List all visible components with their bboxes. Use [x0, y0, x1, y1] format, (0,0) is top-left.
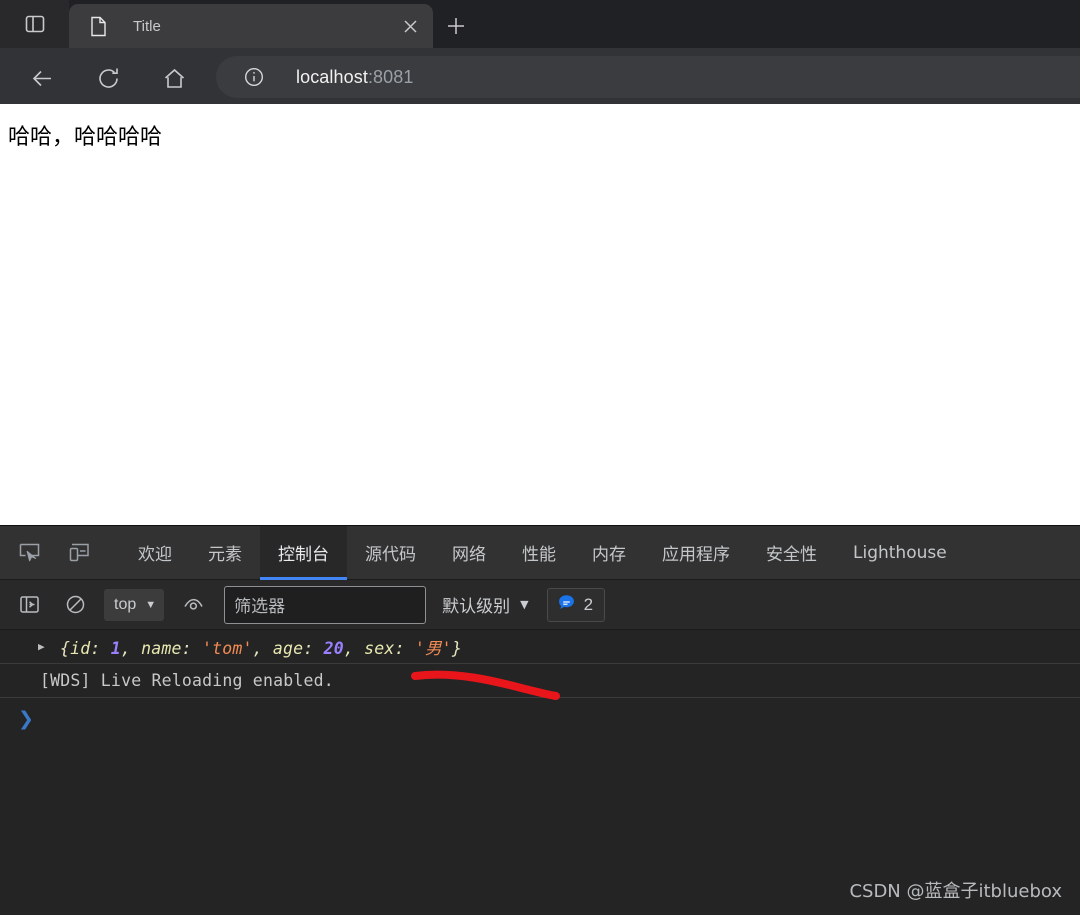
devtools-tab-2[interactable]: 控制台 [260, 525, 347, 580]
token-num: 1 [110, 638, 121, 658]
token-punct: : [303, 638, 324, 658]
console-sidebar-icon[interactable] [12, 590, 46, 620]
token-num: 20 [323, 638, 344, 658]
token-punct: } [451, 638, 462, 658]
url-host: localhost [296, 66, 368, 87]
execution-context-dropdown[interactable]: top ▼ [104, 588, 165, 621]
console-message-list[interactable]: ▶ {id: 1, name: 'tom', age: 20, sex: '男'}… [0, 630, 1080, 742]
close-icon[interactable] [395, 11, 425, 41]
token-key: id [70, 638, 91, 658]
console-log-text: [WDS] Live Reloading enabled. [40, 671, 334, 690]
devtools-tab-3[interactable]: 源代码 [347, 526, 434, 580]
message-count-value: 2 [583, 594, 594, 614]
browser-tab[interactable]: Title [69, 4, 433, 48]
console-row[interactable]: [WDS] Live Reloading enabled. [0, 664, 1080, 698]
message-count-badge[interactable]: 2 [546, 587, 606, 622]
page-viewport: 哈哈，哈哈哈哈 [0, 104, 1080, 525]
token-punct: : [394, 638, 415, 658]
chevron-down-icon: ▼ [520, 598, 529, 611]
token-punct: : [181, 638, 202, 658]
expand-arrow-icon[interactable]: ▶ [38, 641, 60, 652]
devtools-tab-7[interactable]: 应用程序 [644, 526, 748, 580]
token-punct: : [90, 638, 111, 658]
devtools-tab-label: 欢迎 [138, 545, 172, 565]
token-key: name [141, 638, 182, 658]
devtools-tab-8[interactable]: 安全性 [748, 526, 835, 580]
token-str: 'tom' [201, 638, 253, 658]
devtools-tab-6[interactable]: 内存 [574, 526, 644, 580]
devtools-tab-list: 欢迎 元素 控制台 源代码 网络 性能 内存 应用程序 安全性 Lighthouse [120, 525, 965, 580]
tab-strip: Title [0, 0, 1080, 48]
address-bar[interactable]: localhost:8081 [216, 56, 1080, 98]
console-object-preview: {id: 1, name: 'tom', age: 20, sex: '男'} [60, 635, 462, 659]
devtools-tab-label: Lighthouse [853, 542, 947, 563]
devtools-tab-label: 应用程序 [662, 545, 730, 565]
log-level-label: 默认级别 [442, 597, 511, 617]
devtools-tab-label: 元素 [208, 545, 242, 565]
new-tab-button[interactable] [437, 9, 475, 42]
devtools-tab-9[interactable]: Lighthouse [835, 526, 965, 580]
token-str: '男' [414, 638, 452, 658]
prompt-chevron-icon: ❯ [18, 708, 34, 730]
inspect-element-icon[interactable] [8, 533, 50, 573]
home-button[interactable] [154, 58, 194, 98]
watermark: CSDN @蓝盒子itbluebox [849, 881, 1062, 902]
token-key: sex [364, 638, 395, 658]
live-expression-icon[interactable] [176, 590, 210, 620]
console-prompt-row[interactable]: ❯ [0, 698, 1080, 742]
console-toolbar: top ▼ 筛选器 默认级别 ▼ 2 [0, 580, 1080, 630]
device-toolbar-icon[interactable] [58, 533, 100, 573]
devtools-panel: 欢迎 元素 控制台 源代码 网络 性能 内存 应用程序 安全性 Lighthouse top [0, 525, 1080, 915]
devtools-tab-label: 内存 [592, 545, 626, 565]
chevron-down-icon: ▼ [145, 598, 157, 611]
devtools-tab-label: 控制台 [278, 545, 329, 565]
console-filter-placeholder: 筛选器 [234, 597, 286, 617]
clear-console-icon[interactable] [58, 590, 92, 620]
devtools-tab-4[interactable]: 网络 [434, 526, 504, 580]
devtools-tab-1[interactable]: 元素 [190, 526, 260, 580]
info-circle-icon[interactable] [242, 65, 266, 89]
devtools-tabbar: 欢迎 元素 控制台 源代码 网络 性能 内存 应用程序 安全性 Lighthouse [0, 525, 1080, 580]
url-port: :8081 [367, 66, 414, 87]
devtools-tab-label: 安全性 [766, 545, 817, 565]
address-bar-url: localhost:8081 [296, 67, 414, 88]
devtools-tab-label: 网络 [452, 545, 486, 565]
token-punct: { [60, 638, 71, 658]
token-punct: , [120, 638, 142, 658]
tab-title: Title [133, 17, 161, 35]
token-key: age [272, 638, 304, 658]
devtools-tab-5[interactable]: 性能 [504, 526, 574, 580]
reload-button[interactable] [88, 58, 128, 98]
console-row[interactable]: ▶ {id: 1, name: 'tom', age: 20, sex: '男'} [0, 630, 1080, 664]
console-filter-input[interactable]: 筛选器 [224, 585, 427, 624]
devtools-tab-0[interactable]: 欢迎 [120, 526, 190, 580]
document-icon [90, 15, 110, 37]
message-bubble-icon [557, 593, 576, 617]
sidebar-panel-icon[interactable] [0, 0, 69, 48]
token-punct: , [343, 638, 365, 658]
page-content-text: 哈哈，哈哈哈哈 [8, 125, 163, 150]
log-level-dropdown[interactable]: 默认级别 ▼ [442, 592, 528, 617]
back-button[interactable] [22, 58, 62, 98]
execution-context-value: top [114, 595, 137, 613]
devtools-tab-label: 源代码 [365, 545, 416, 565]
devtools-tab-label: 性能 [522, 545, 556, 565]
browser-window: Title localhost:8081 哈哈，哈哈哈哈 欢迎 元素 控制台 源… [0, 0, 1080, 915]
token-punct: , [252, 638, 273, 658]
